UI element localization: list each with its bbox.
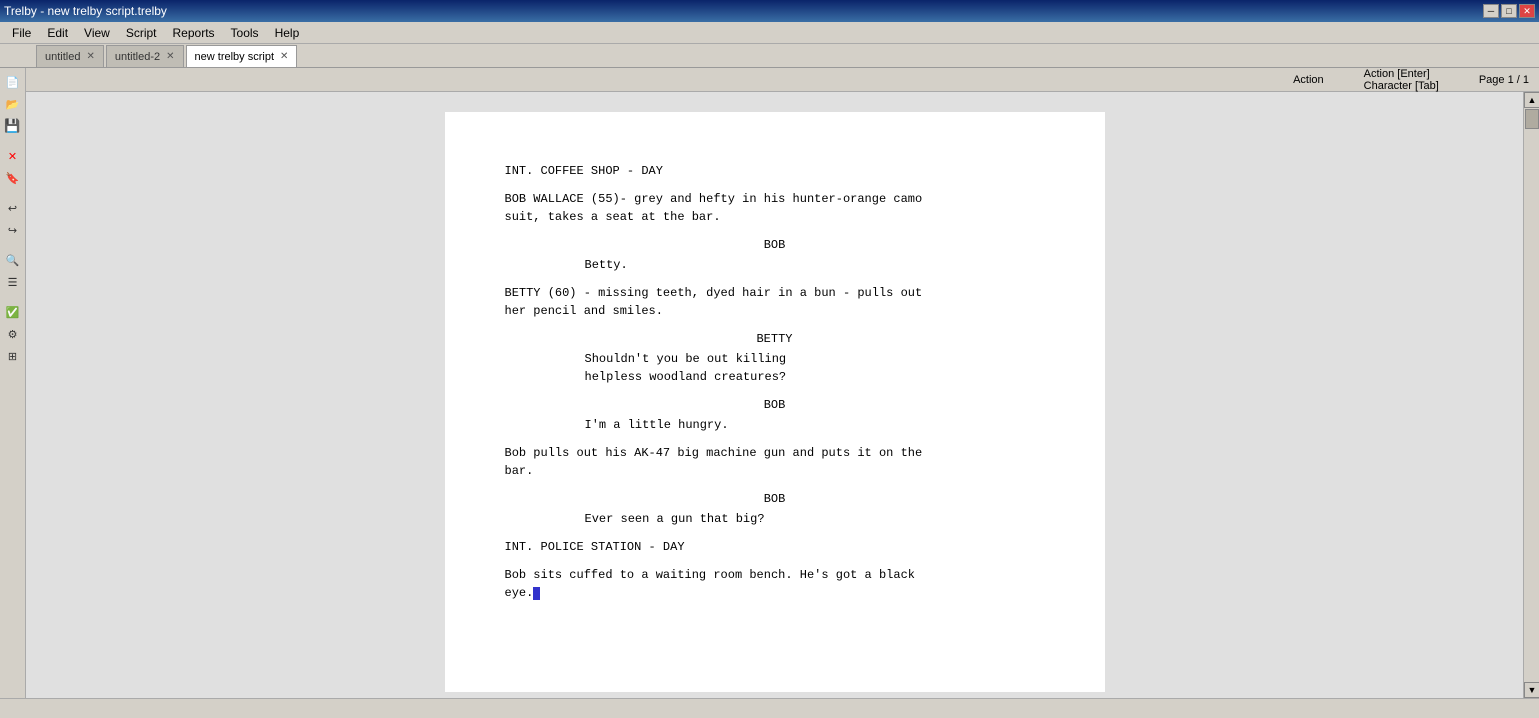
character-bob-2: BOB bbox=[505, 396, 1045, 414]
character-betty-1: BETTY bbox=[505, 330, 1045, 348]
character-bob-3: BOB bbox=[505, 490, 1045, 508]
dialogue-bob-2: I'm a little hungry. bbox=[585, 416, 965, 434]
maximize-button[interactable]: □ bbox=[1501, 4, 1517, 18]
scroll-track[interactable] bbox=[1524, 108, 1539, 682]
right-scrollbar[interactable]: ▲ ▼ bbox=[1523, 92, 1539, 698]
bottom-status-bar bbox=[0, 698, 1539, 718]
toolbar-delete-btn[interactable]: ✕ bbox=[3, 146, 23, 166]
toolbar-search-btn[interactable]: 🔍 bbox=[3, 250, 23, 270]
toolbar-check-btn[interactable]: ✅ bbox=[3, 302, 23, 322]
script-area: Action Action [Enter] Character [Tab] Pa… bbox=[26, 68, 1539, 698]
toolbar-new-btn[interactable]: 📄 bbox=[3, 72, 23, 92]
scroll-up-arrow[interactable]: ▲ bbox=[1524, 92, 1539, 108]
tab-close-new-trelby-script[interactable]: ✕ bbox=[280, 52, 288, 62]
tab-untitled-2[interactable]: untitled-2 ✕ bbox=[106, 45, 184, 67]
toolbar-save-btn[interactable]: 💾 bbox=[3, 116, 23, 136]
tab-label: untitled-2 bbox=[115, 51, 160, 63]
hint-label: Action [Enter] Character [Tab] bbox=[1364, 68, 1439, 92]
dialogue-bob-1: Betty. bbox=[585, 256, 965, 274]
tab-label: new trelby script bbox=[195, 51, 274, 63]
toolbar-grid-btn[interactable]: ⊞ bbox=[3, 346, 23, 366]
page-info-label: Page 1 / 1 bbox=[1479, 74, 1529, 86]
action-1: BOB WALLACE (55)- grey and hefty in his … bbox=[505, 190, 1045, 226]
tab-untitled[interactable]: untitled ✕ bbox=[36, 45, 104, 67]
tab-label: untitled bbox=[45, 51, 80, 63]
tab-close-untitled-2[interactable]: ✕ bbox=[166, 52, 174, 62]
minimize-button[interactable]: ─ bbox=[1483, 4, 1499, 18]
title-bar-text: Trelby - new trelby script.trelby bbox=[4, 4, 167, 18]
title-bar: Trelby - new trelby script.trelby ─ □ ✕ bbox=[0, 0, 1539, 22]
menu-help[interactable]: Help bbox=[267, 24, 308, 42]
menu-edit[interactable]: Edit bbox=[39, 24, 76, 42]
title-bar-controls: ─ □ ✕ bbox=[1483, 4, 1535, 18]
tab-new-trelby-script[interactable]: new trelby script ✕ bbox=[186, 45, 298, 67]
action-2: BETTY (60) - missing teeth, dyed hair in… bbox=[505, 284, 1045, 320]
left-toolbar: 📄 📂 💾 ✕ 🔖 ↩ ↪ 🔍 ☰ ✅ ⚙ ⊞ bbox=[0, 68, 26, 698]
top-status-bar: Action Action [Enter] Character [Tab] Pa… bbox=[26, 68, 1539, 92]
toolbar-settings-btn[interactable]: ⚙ bbox=[3, 324, 23, 344]
close-button[interactable]: ✕ bbox=[1519, 4, 1535, 18]
toolbar-redo-btn[interactable]: ↪ bbox=[3, 220, 23, 240]
element-type-label: Action bbox=[1293, 74, 1324, 86]
script-page[interactable]: INT. COFFEE SHOP - DAY BOB WALLACE (55)-… bbox=[445, 112, 1105, 692]
scroll-down-arrow[interactable]: ▼ bbox=[1524, 682, 1539, 698]
text-cursor bbox=[533, 587, 540, 600]
toolbar-undo-btn[interactable]: ↩ bbox=[3, 198, 23, 218]
menu-bar: File Edit View Script Reports Tools Help bbox=[0, 22, 1539, 44]
tab-close-untitled[interactable]: ✕ bbox=[86, 52, 94, 62]
toolbar-open-btn[interactable]: 📂 bbox=[3, 94, 23, 114]
menu-reports[interactable]: Reports bbox=[165, 24, 223, 42]
script-container[interactable]: INT. COFFEE SHOP - DAY BOB WALLACE (55)-… bbox=[26, 92, 1523, 698]
character-bob-1: BOB bbox=[505, 236, 1045, 254]
tab-bar: untitled ✕ untitled-2 ✕ new trelby scrip… bbox=[0, 44, 1539, 68]
dialogue-bob-3: Ever seen a gun that big? bbox=[585, 510, 965, 528]
dialogue-betty-1: Shouldn't you be out killinghelpless woo… bbox=[585, 350, 965, 386]
action-4: Bob sits cuffed to a waiting room bench.… bbox=[505, 566, 1045, 602]
menu-script[interactable]: Script bbox=[118, 24, 165, 42]
menu-view[interactable]: View bbox=[76, 24, 118, 42]
menu-tools[interactable]: Tools bbox=[223, 24, 267, 42]
toolbar-list-btn[interactable]: ☰ bbox=[3, 272, 23, 292]
toolbar-bookmark-btn[interactable]: 🔖 bbox=[3, 168, 23, 188]
scene-heading-2: INT. POLICE STATION - DAY bbox=[505, 538, 1045, 556]
scene-heading-1: INT. COFFEE SHOP - DAY bbox=[505, 162, 1045, 180]
scroll-thumb[interactable] bbox=[1525, 109, 1539, 129]
action-3: Bob pulls out his AK-47 big machine gun … bbox=[505, 444, 1045, 480]
main-layout: 📄 📂 💾 ✕ 🔖 ↩ ↪ 🔍 ☰ ✅ ⚙ ⊞ Action Action [E… bbox=[0, 68, 1539, 698]
menu-file[interactable]: File bbox=[4, 24, 39, 42]
